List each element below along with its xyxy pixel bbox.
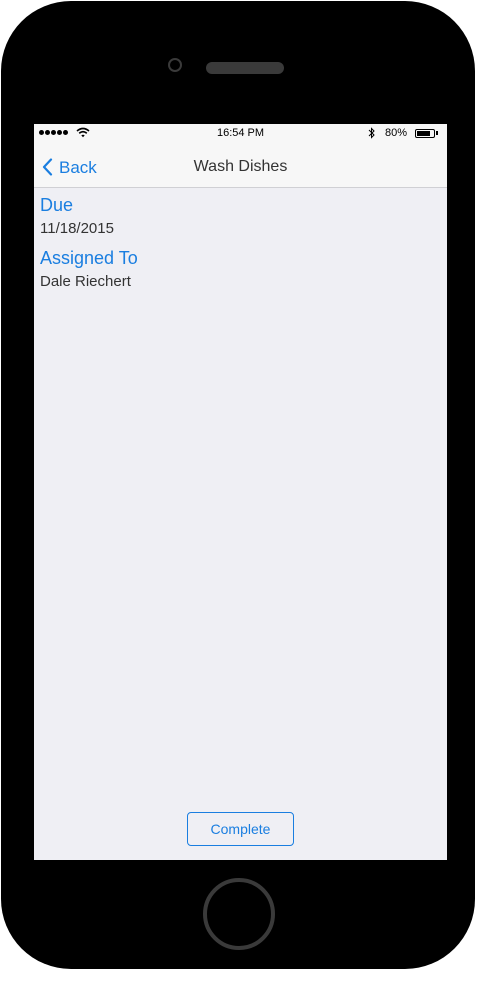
earpiece-speaker [206, 62, 284, 74]
page-title: Wash Dishes [193, 158, 288, 175]
phone-frame: 16:54 PM 80% Back Wash Dishes Due 11/18/… [1, 1, 475, 969]
assigned-to-label: Assigned To [40, 248, 138, 268]
front-camera [168, 58, 182, 72]
battery-icon [415, 129, 435, 138]
home-button[interactable] [203, 878, 275, 950]
task-details: Due 11/18/2015 Assigned To Dale Riechert [40, 194, 138, 300]
battery-percent: 80% [385, 127, 408, 139]
due-value: 11/18/2015 [40, 220, 114, 237]
bluetooth-icon [368, 127, 375, 142]
battery-tip [436, 131, 438, 135]
assigned-to-value: Dale Riechert [40, 273, 131, 290]
complete-button[interactable]: Complete [187, 812, 294, 846]
navigation-bar: Back Wash Dishes [34, 144, 447, 188]
screen: 16:54 PM 80% Back Wash Dishes Due 11/18/… [34, 124, 447, 860]
battery-level-fill [417, 131, 430, 136]
due-label: Due [40, 195, 74, 215]
status-bar: 16:54 PM 80% [34, 124, 447, 144]
